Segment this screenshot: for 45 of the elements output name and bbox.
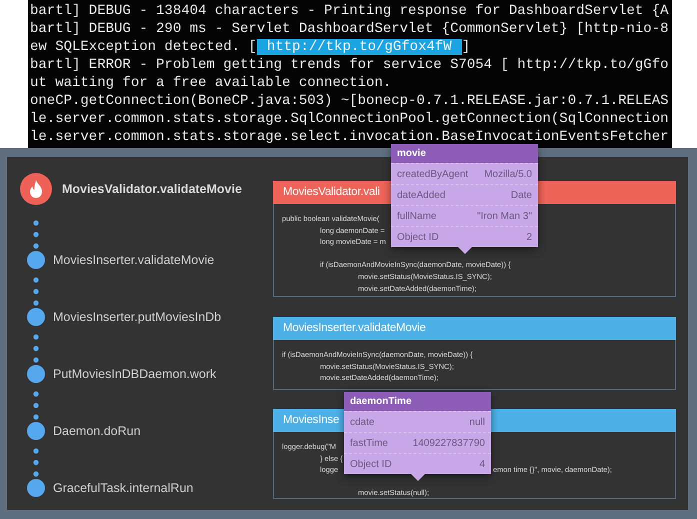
property-value: Mozilla/5.0	[484, 168, 532, 182]
property-value: 2	[526, 231, 532, 245]
log-text: ew SQLException detected. [	[30, 39, 257, 55]
stack-frame-label[interactable]: MoviesValidator.validateMovie	[62, 180, 242, 198]
property-value: "Iron Man 3"	[477, 210, 532, 224]
tooltip-title: daemonTime	[344, 392, 491, 411]
log-line: le.server.common.stats.storage.SqlConnectionPool.getConnection(SqlConnection	[30, 110, 669, 128]
timeline-node	[27, 251, 45, 269]
log-line: oneCP.getConnection(BoneCP.java:503) ~[bonecp-0.7.1.RELEASE.jar:0.7.1.RELEAS	[30, 92, 669, 110]
timeline-node	[27, 365, 45, 383]
property-name: createdByAgent	[397, 168, 468, 182]
property-value: 1409227837790	[412, 437, 485, 451]
dotted-connector	[33, 220, 39, 249]
card-title: MoviesInse	[283, 414, 340, 426]
flame-icon	[29, 180, 43, 198]
card-title: MoviesValidator.vali	[283, 186, 380, 198]
property-value: null	[469, 416, 485, 430]
stack-frame-label[interactable]: GracefulTask.internalRun	[53, 478, 194, 498]
log-text: ]	[462, 39, 470, 55]
log-line: le.server.common.stats.storage.select.invocation.BaseInvocationEventsFetcher	[30, 128, 669, 146]
log-line: bartl] ERROR - Problem getting trends for service S7054 [ http://tkp.to/gGfo	[30, 56, 669, 74]
log-line: ut waiting for a free available connection.	[30, 74, 392, 92]
timeline-node	[27, 479, 45, 497]
stack-frame-label[interactable]: MoviesInserter.putMoviesInDb	[53, 308, 222, 326]
property-name: fastTime	[350, 437, 388, 451]
timeline-node	[27, 308, 45, 326]
property-name: Object ID	[350, 458, 392, 472]
log-line: bartl] DEBUG - 290 ms - Servlet DashboardServlet {CommonServlet} [http-nio-8	[30, 20, 669, 38]
card-title: MoviesInserter.validateMovie	[283, 322, 426, 334]
dotted-connector	[33, 391, 39, 420]
property-value: 4	[479, 458, 485, 472]
tooltip-title: movie	[391, 144, 538, 163]
dotted-connector	[33, 448, 39, 477]
dotted-connector	[33, 334, 39, 363]
property-value: Date	[510, 189, 532, 203]
timeline-node	[27, 422, 45, 440]
stack-frame-label[interactable]: PutMoviesInDBDaemon.work	[53, 364, 216, 384]
stack-frame-label[interactable]: Daemon.doRun	[53, 422, 141, 440]
property-name: fullName	[397, 210, 436, 224]
property-name: Object ID	[397, 231, 439, 245]
log-line: bartl] DEBUG - 138404 characters - Printing response for DashboardServlet {A	[30, 2, 669, 20]
property-name: dateAdded	[397, 189, 446, 203]
property-name: cdate	[350, 416, 374, 430]
stack-frame-label[interactable]: MoviesInserter.validateMovie	[53, 250, 214, 270]
dotted-connector	[33, 277, 39, 306]
